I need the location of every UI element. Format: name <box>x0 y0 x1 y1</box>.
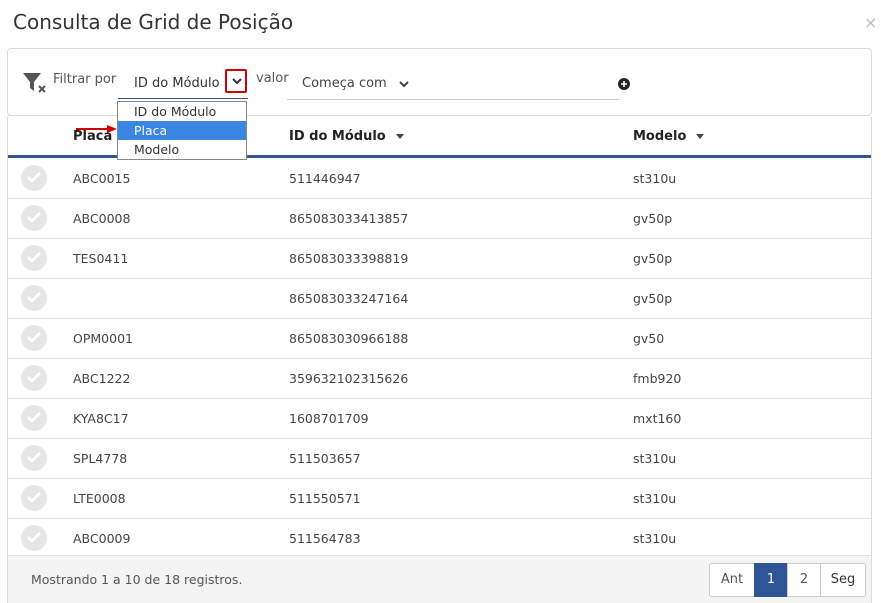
row-select-check[interactable] <box>21 205 47 231</box>
cell-modelo: gv50p <box>633 251 673 266</box>
cell-id-modulo: 511503657 <box>289 451 361 466</box>
cell-id-modulo: 511564783 <box>289 531 361 546</box>
filter-clear-icon[interactable] <box>22 71 48 95</box>
table-row[interactable]: 865083033247164 gv50p <box>8 278 871 319</box>
cell-id-modulo: 1608701709 <box>289 411 369 426</box>
column-header-modelo[interactable]: Modelo <box>633 129 705 144</box>
filter-label: Filtrar por <box>53 72 117 87</box>
check-icon <box>27 412 41 423</box>
cell-id-modulo: 865083030966188 <box>289 331 409 346</box>
check-icon <box>27 372 41 383</box>
cell-placa: ABC0009 <box>73 531 131 546</box>
sort-icon <box>395 134 404 139</box>
pagination-prev[interactable]: Ant <box>709 563 755 597</box>
condition-value: Começa com <box>302 76 387 91</box>
row-select-check[interactable] <box>21 485 47 511</box>
check-icon <box>27 252 41 263</box>
close-icon[interactable]: × <box>864 13 877 32</box>
row-select-check[interactable] <box>21 525 47 551</box>
cell-modelo: st310u <box>633 171 677 186</box>
cell-placa: OPM0001 <box>73 331 133 346</box>
cell-id-modulo: 511446947 <box>289 171 361 186</box>
cell-modelo: gv50p <box>633 291 673 306</box>
filter-field-dropdown: ID do Módulo Placa Modelo <box>117 101 247 160</box>
results-table: Placa ID do Módulo Modelo ABC0015 5114469… <box>7 117 872 603</box>
row-select-check[interactable] <box>21 285 47 311</box>
filter-field-value: ID do Módulo <box>134 76 220 91</box>
row-select-check[interactable] <box>21 445 47 471</box>
pagination-next[interactable]: Seg <box>820 563 866 597</box>
annotation-arrow <box>76 125 117 133</box>
dropdown-option-selected[interactable]: Placa <box>118 121 246 140</box>
table-row[interactable]: KYA8C17 1608701709 mxt160 <box>8 398 871 439</box>
filter-field-select[interactable]: ID do Módulo <box>118 69 248 99</box>
check-icon <box>27 452 41 463</box>
check-icon <box>27 212 41 223</box>
row-select-check[interactable] <box>21 325 47 351</box>
cell-modelo: st310u <box>633 531 677 546</box>
cell-placa: LTE0008 <box>73 491 126 506</box>
check-icon <box>27 172 41 183</box>
cell-id-modulo: 359632102315626 <box>289 371 409 386</box>
cell-modelo: mxt160 <box>633 411 682 426</box>
row-select-check[interactable] <box>21 405 47 431</box>
filter-field-toggle[interactable] <box>225 69 247 93</box>
table-row[interactable]: ABC0009 511564783 st310u <box>8 518 871 559</box>
cell-modelo: fmb920 <box>633 371 682 386</box>
check-icon <box>27 332 41 343</box>
table-row[interactable]: TES0411 865083033398819 gv50p <box>8 238 871 279</box>
cell-modelo: st310u <box>633 451 677 466</box>
cell-modelo: gv50 <box>633 331 665 346</box>
cell-modelo: st310u <box>633 491 677 506</box>
cell-modelo: gv50p <box>633 211 673 226</box>
cell-placa: ABC0015 <box>73 171 131 186</box>
check-icon <box>27 492 41 503</box>
table-footer: Mostrando 1 a 10 de 18 registros. Ant 1 … <box>8 555 871 603</box>
add-filter-icon[interactable] <box>618 78 630 90</box>
chevron-down-icon <box>399 81 409 88</box>
row-select-check[interactable] <box>21 245 47 271</box>
table-row[interactable]: ABC0008 865083033413857 gv50p <box>8 198 871 239</box>
dialog-title: Consulta de Grid de Posição <box>13 10 294 34</box>
pagination-page-1[interactable]: 1 <box>754 563 788 597</box>
cell-id-modulo: 865083033247164 <box>289 291 409 306</box>
table-row[interactable]: ABC0015 511446947 st310u <box>8 158 871 199</box>
cell-placa: ABC0008 <box>73 211 131 226</box>
dropdown-option[interactable]: ID do Módulo <box>118 102 246 121</box>
cell-placa: KYA8C17 <box>73 411 129 426</box>
table-row[interactable]: LTE0008 511550571 st310u <box>8 478 871 519</box>
table-row[interactable]: OPM0001 865083030966188 gv50 <box>8 318 871 359</box>
cell-id-modulo: 865083033398819 <box>289 251 409 266</box>
chevron-down-icon <box>232 78 242 85</box>
cell-id-modulo: 865083033413857 <box>289 211 409 226</box>
pagination: Ant 1 2 Seg <box>709 563 866 597</box>
condition-select[interactable]: Começa com <box>287 71 619 100</box>
sort-icon <box>696 134 705 139</box>
dropdown-option[interactable]: Modelo <box>118 140 246 159</box>
value-label: valor <box>256 71 289 86</box>
check-icon <box>27 532 41 543</box>
records-info: Mostrando 1 a 10 de 18 registros. <box>31 572 243 587</box>
table-row[interactable]: SPL4778 511503657 st310u <box>8 438 871 479</box>
cell-placa: TES0411 <box>73 251 129 266</box>
pagination-page-2[interactable]: 2 <box>787 563 821 597</box>
row-select-check[interactable] <box>21 165 47 191</box>
cell-placa: SPL4778 <box>73 451 128 466</box>
cell-id-modulo: 511550571 <box>289 491 361 506</box>
table-row[interactable]: ABC1222 359632102315626 fmb920 <box>8 358 871 399</box>
row-select-check[interactable] <box>21 365 47 391</box>
check-icon <box>27 292 41 303</box>
cell-placa: ABC1222 <box>73 371 131 386</box>
column-header-id-modulo[interactable]: ID do Módulo <box>289 129 404 144</box>
